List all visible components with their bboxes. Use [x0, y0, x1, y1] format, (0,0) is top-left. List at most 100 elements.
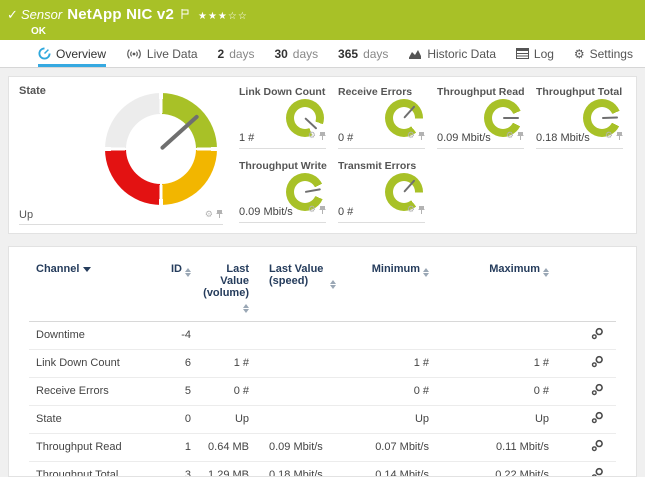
tab-label: days [293, 47, 318, 61]
gear-icon[interactable]: ⚙ [407, 206, 415, 215]
tab-label: days [229, 47, 254, 61]
minimum-value [367, 322, 437, 350]
column-header-channel[interactable]: Channel [29, 259, 159, 322]
gear-icon[interactable]: ⚙ [308, 132, 316, 141]
channel-settings-icon[interactable] [591, 439, 604, 455]
column-header-last-value-speed[interactable]: Last Value (speed) [257, 259, 367, 322]
column-header-maximum[interactable]: Maximum [437, 259, 557, 322]
tab-historic-data[interactable]: Historic Data [408, 40, 496, 67]
log-icon [516, 48, 529, 59]
state-gauge-panel: State Up ⚙ [19, 85, 223, 225]
maximum-value: 1 # [437, 350, 557, 378]
tab-label: 30 [274, 47, 287, 61]
tab-label: Log [534, 47, 554, 61]
table-row: Receive Errors 5 0 # 0 # 0 # [29, 378, 616, 406]
last-value-speed [257, 322, 367, 350]
tab-label: Settings [590, 47, 633, 61]
channel-gauge-panel[interactable]: Transmit Errors 0 # ⚙ [338, 159, 425, 223]
last-value-volume: 1 # [197, 350, 257, 378]
tab-live-data[interactable]: Live Data [126, 40, 198, 67]
channel-settings-icon[interactable] [591, 327, 604, 343]
channel-settings-icon[interactable] [591, 467, 604, 477]
tab-settings[interactable]: ⚙ Settings [574, 40, 633, 67]
maximum-value: 0 # [437, 378, 557, 406]
channel-gauge-value: 0.09 Mbit/s [239, 206, 293, 218]
channel-gauge-value: 0 # [338, 132, 353, 144]
column-header-last-value-volume[interactable]: Last Value (volume) [197, 259, 257, 322]
pin-icon[interactable] [517, 127, 524, 145]
tab-2-days[interactable]: 2 days [218, 40, 255, 67]
channel-name: State [29, 406, 159, 434]
table-header-row: Channel ID Last Value (volume) Last Valu… [29, 259, 616, 322]
gear-icon[interactable]: ⚙ [506, 132, 514, 141]
channel-table-panel: Channel ID Last Value (volume) Last Valu… [8, 246, 637, 477]
channel-settings-icon[interactable] [591, 411, 604, 427]
column-header-minimum[interactable]: Minimum [367, 259, 437, 322]
minimum-value: 0.07 Mbit/s [367, 434, 437, 462]
tab-overview[interactable]: Overview [38, 40, 106, 67]
channel-name: Receive Errors [29, 378, 159, 406]
gear-icon[interactable]: ⚙ [407, 132, 415, 141]
last-value-speed: 0.09 Mbit/s [257, 434, 367, 462]
channel-name: Link Down Count [29, 350, 159, 378]
mini-gauge-grid: Link Down Count 1 # ⚙ Receive Errors 0 #… [239, 85, 626, 225]
pin-icon[interactable] [216, 209, 223, 221]
tab-365-days[interactable]: 365 days [338, 40, 388, 67]
state-gauge [105, 93, 217, 205]
last-value-volume: 1.29 MB [197, 462, 257, 477]
channel-id: -4 [159, 322, 197, 350]
channel-name: Throughput Total [29, 462, 159, 477]
sort-icon [185, 268, 191, 277]
channel-table: Channel ID Last Value (volume) Last Valu… [29, 259, 616, 477]
sort-icon [243, 304, 249, 313]
channel-gauge-value: 1 # [239, 132, 254, 144]
table-row: Downtime -4 [29, 322, 616, 350]
sort-icon [423, 268, 429, 277]
gear-icon[interactable]: ⚙ [205, 211, 213, 220]
pin-icon[interactable] [319, 127, 326, 145]
last-value-speed [257, 350, 367, 378]
gear-icon[interactable]: ⚙ [605, 132, 613, 141]
channel-gauge-title: Transmit Errors [338, 159, 425, 172]
tab-label: 2 [218, 47, 225, 61]
table-row: Throughput Read 1 0.64 MB 0.09 Mbit/s 0.… [29, 434, 616, 462]
status-badge: OK [31, 26, 248, 37]
column-header-id[interactable]: ID [159, 259, 197, 322]
flag-icon[interactable] [181, 6, 189, 24]
channel-id: 1 [159, 434, 197, 462]
channel-gauge-panel[interactable]: Throughput Total 0.18 Mbit/s ⚙ [536, 85, 623, 149]
channel-gauge-panel[interactable]: Throughput Read 0.09 Mbit/s ⚙ [437, 85, 524, 149]
page-content: State Up ⚙ Link Down Count 1 # [0, 68, 645, 477]
channel-gauge-title: Throughput Total [536, 85, 623, 98]
channel-gauge-title: Receive Errors [338, 85, 425, 98]
channel-table-body: Downtime -4 Link Down Count 6 1 # 1 # 1 … [29, 322, 616, 477]
tab-bar: Overview Live Data 2 days 30 days 365 da… [0, 40, 645, 68]
priority-stars[interactable]: ★★★☆☆ [198, 11, 248, 22]
last-value-volume [197, 322, 257, 350]
sort-desc-icon [83, 267, 91, 272]
channel-id: 3 [159, 462, 197, 477]
pin-icon[interactable] [418, 201, 425, 219]
tab-log[interactable]: Log [516, 40, 554, 67]
channel-gauge-panel[interactable]: Link Down Count 1 # ⚙ [239, 85, 326, 149]
pin-icon[interactable] [418, 127, 425, 145]
channel-name: Downtime [29, 322, 159, 350]
channel-id: 0 [159, 406, 197, 434]
overview-gauges-panel: State Up ⚙ Link Down Count 1 # [8, 76, 637, 234]
pin-icon[interactable] [319, 201, 326, 219]
channel-settings-icon[interactable] [591, 383, 604, 399]
pin-icon[interactable] [616, 127, 623, 145]
channel-id: 6 [159, 350, 197, 378]
gear-icon[interactable]: ⚙ [308, 206, 316, 215]
channel-gauge-panel[interactable]: Throughput Write 0.09 Mbit/s ⚙ [239, 159, 326, 223]
channel-gauge-panel[interactable]: Receive Errors 0 # ⚙ [338, 85, 425, 149]
sort-icon [330, 280, 336, 289]
maximum-value: Up [437, 406, 557, 434]
tab-30-days[interactable]: 30 days [274, 40, 318, 67]
tab-label: Live Data [147, 47, 198, 61]
tab-label: Historic Data [427, 47, 496, 61]
tab-label: days [363, 47, 388, 61]
channel-settings-icon[interactable] [591, 355, 604, 371]
table-row: State 0 Up Up Up [29, 406, 616, 434]
last-value-speed [257, 406, 367, 434]
